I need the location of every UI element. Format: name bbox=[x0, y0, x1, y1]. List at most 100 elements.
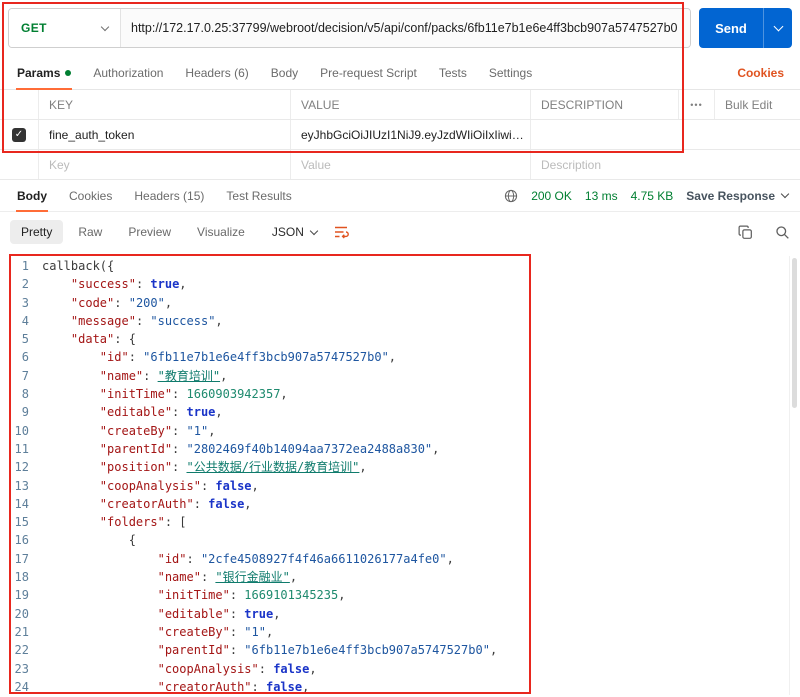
code-line: "parentId": "2802469f40b14094aa7372ea248… bbox=[42, 440, 800, 458]
line-number: 4 bbox=[0, 312, 29, 330]
tab-headers[interactable]: Headers (6) bbox=[174, 56, 259, 89]
column-header-description: DESCRIPTION bbox=[530, 90, 678, 119]
tab-label: Pre-request Script bbox=[320, 66, 417, 80]
view-tab-preview[interactable]: Preview bbox=[117, 220, 182, 244]
postman-app: GET http://172.17.0.25:37799/webroot/dec… bbox=[0, 0, 800, 697]
method-select[interactable]: GET bbox=[9, 9, 121, 47]
response-tab-test-results[interactable]: Test Results bbox=[215, 180, 302, 211]
save-response-button[interactable]: Save Response bbox=[686, 189, 788, 203]
line-number: 2 bbox=[0, 275, 29, 293]
line-number: 9 bbox=[0, 403, 29, 421]
column-header-value: VALUE bbox=[290, 90, 530, 119]
save-response-label: Save Response bbox=[686, 189, 775, 203]
params-header-row: KEY VALUE DESCRIPTION ••• Bulk Edit bbox=[0, 90, 800, 120]
param-key-placeholder[interactable]: Key bbox=[38, 150, 290, 179]
response-tab-cookies[interactable]: Cookies bbox=[58, 180, 123, 211]
response-status-area: 200 OK 13 ms 4.75 KB Save Response bbox=[504, 180, 794, 211]
response-json-code: callback({ "success": true, "code": "200… bbox=[42, 257, 800, 697]
cookies-link[interactable]: Cookies bbox=[727, 56, 794, 89]
response-tab-headers[interactable]: Headers (15) bbox=[123, 180, 215, 211]
line-number: 14 bbox=[0, 495, 29, 513]
tab-label: Tests bbox=[439, 66, 467, 80]
param-description[interactable] bbox=[530, 120, 800, 149]
params-green-dot bbox=[65, 70, 71, 76]
chevron-down-icon bbox=[101, 22, 109, 30]
response-scrollbar[interactable] bbox=[789, 256, 798, 695]
line-number: 18 bbox=[0, 568, 29, 586]
tab-tests[interactable]: Tests bbox=[428, 56, 478, 89]
line-number: 1 bbox=[0, 257, 29, 275]
response-body-viewer[interactable]: 123456789101112131415161718192021222324 … bbox=[0, 252, 800, 697]
row-checkbox-cell bbox=[0, 150, 38, 179]
code-line: "coopAnalysis": false, bbox=[42, 477, 800, 495]
select-all-cell[interactable] bbox=[0, 90, 38, 119]
view-tab-raw[interactable]: Raw bbox=[67, 220, 113, 244]
chevron-down-icon bbox=[773, 22, 783, 32]
tab-pre-request-script[interactable]: Pre-request Script bbox=[309, 56, 428, 89]
tab-body[interactable]: Body bbox=[260, 56, 309, 89]
response-tool-icons bbox=[738, 225, 790, 240]
code-line: "parentId": "6fb11e7b1e6e4ff3bcb907a5747… bbox=[42, 641, 800, 659]
wrap-text-icon[interactable] bbox=[333, 224, 349, 240]
line-number: 8 bbox=[0, 385, 29, 403]
url-text: http://172.17.0.25:37799/webroot/decisio… bbox=[131, 21, 680, 35]
tab-label: Body bbox=[17, 189, 47, 203]
response-tab-body[interactable]: Body bbox=[6, 180, 58, 211]
line-number: 17 bbox=[0, 550, 29, 568]
line-number: 22 bbox=[0, 641, 29, 659]
tab-label: Settings bbox=[489, 66, 532, 80]
code-line: "folders": [ bbox=[42, 513, 800, 531]
line-number: 3 bbox=[0, 294, 29, 312]
code-line: "id": "6fb11e7b1e6e4ff3bcb907a5747527b0"… bbox=[42, 348, 800, 366]
response-tabs: Body Cookies Headers (15) Test Results bbox=[6, 180, 303, 211]
tab-label: Test Results bbox=[226, 189, 291, 203]
request-tabs-row: Params Authorization Headers (6) Body Pre-re… bbox=[0, 56, 800, 90]
tab-settings[interactable]: Settings bbox=[478, 56, 543, 89]
response-size[interactable]: 4.75 KB bbox=[631, 189, 674, 203]
copy-icon[interactable] bbox=[738, 225, 753, 240]
code-line: "id": "2cfe4508927f4f46a6611026177a4fe0"… bbox=[42, 550, 800, 568]
chevron-down-icon bbox=[781, 190, 789, 198]
param-value[interactable]: eyJhbGciOiJIUzI1NiJ9.eyJzdWIiOiIxIiwi… bbox=[290, 120, 530, 149]
url-input[interactable]: http://172.17.0.25:37799/webroot/decisio… bbox=[121, 9, 690, 47]
response-time[interactable]: 13 ms bbox=[585, 189, 618, 203]
view-tab-visualize[interactable]: Visualize bbox=[186, 220, 256, 244]
param-key[interactable]: fine_auth_token bbox=[38, 120, 290, 149]
send-options-button[interactable] bbox=[763, 8, 792, 48]
code-line: "name": "教育培训", bbox=[42, 367, 800, 385]
more-actions-icon[interactable]: ••• bbox=[678, 90, 714, 119]
code-line: "editable": true, bbox=[42, 403, 800, 421]
code-line: "editable": true, bbox=[42, 605, 800, 623]
tab-label: Params bbox=[17, 66, 60, 80]
tab-label: Cookies bbox=[69, 189, 112, 203]
param-value-placeholder[interactable]: Value bbox=[290, 150, 530, 179]
code-line: "code": "200", bbox=[42, 294, 800, 312]
line-number: 16 bbox=[0, 531, 29, 549]
scrollbar-thumb[interactable] bbox=[792, 258, 797, 408]
line-number: 7 bbox=[0, 367, 29, 385]
row-checkbox[interactable]: ✓ bbox=[12, 128, 26, 142]
search-icon[interactable] bbox=[775, 225, 790, 240]
view-tab-pretty[interactable]: Pretty bbox=[10, 220, 63, 244]
line-number: 21 bbox=[0, 623, 29, 641]
format-select[interactable]: JSON bbox=[272, 225, 317, 239]
param-description-placeholder[interactable]: Description bbox=[530, 150, 800, 179]
status-code[interactable]: 200 OK bbox=[531, 189, 572, 203]
line-number: 23 bbox=[0, 660, 29, 678]
param-placeholder-row: Key Value Description bbox=[0, 150, 800, 180]
code-line: "initTime": 1660903942357, bbox=[42, 385, 800, 403]
code-line: "creatorAuth": false, bbox=[42, 495, 800, 513]
tab-params[interactable]: Params bbox=[6, 56, 82, 89]
bulk-edit-button[interactable]: Bulk Edit bbox=[714, 90, 800, 119]
globe-icon bbox=[504, 189, 518, 203]
code-line: "success": true, bbox=[42, 275, 800, 293]
param-row: ✓ fine_auth_token eyJhbGciOiJIUzI1NiJ9.e… bbox=[0, 120, 800, 150]
tab-authorization[interactable]: Authorization bbox=[82, 56, 174, 89]
response-toolbar: PrettyRawPreviewVisualize JSON bbox=[0, 212, 800, 252]
column-header-key: KEY bbox=[38, 90, 290, 119]
tab-label: Body bbox=[271, 66, 298, 80]
row-checkbox-cell: ✓ bbox=[0, 120, 38, 149]
send-button[interactable]: Send bbox=[699, 8, 763, 48]
tab-label: Headers (6) bbox=[185, 66, 248, 80]
code-line: "createBy": "1", bbox=[42, 623, 800, 641]
